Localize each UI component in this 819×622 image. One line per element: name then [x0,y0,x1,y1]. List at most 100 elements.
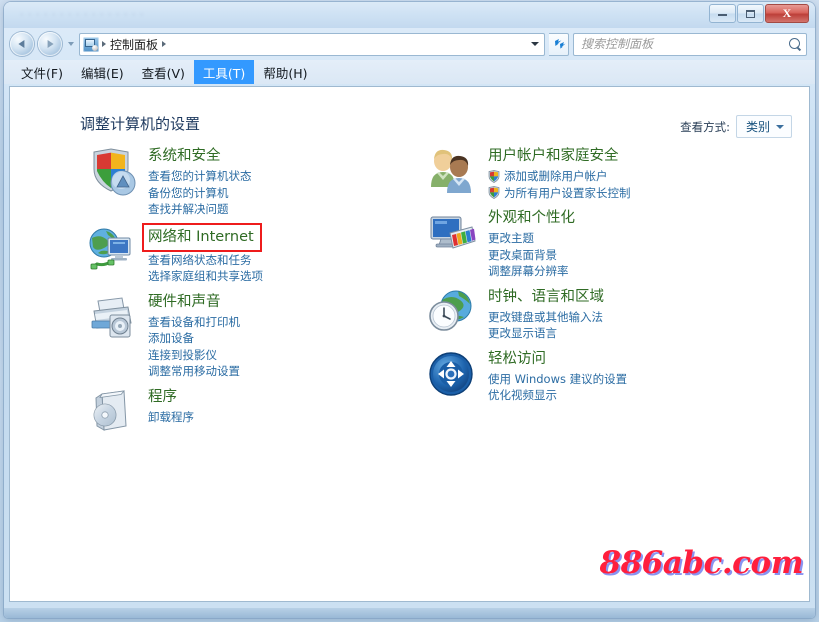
category-link[interactable]: 添加设备 [148,330,420,347]
category-link[interactable]: 调整屏幕分辨率 [488,263,760,280]
menu-edit[interactable]: 编辑(E) [72,60,133,84]
menu-help[interactable]: 帮助(H) [254,60,316,84]
category-title[interactable]: 网络和 Internet [142,222,262,252]
category-link[interactable]: 查看网络状态和任务 [148,252,420,269]
clock-globe-icon [428,288,480,338]
category-link[interactable]: 查看您的计算机状态 [148,168,420,185]
category-title[interactable]: 外观和个性化 [488,208,575,228]
control-panel-icon [83,36,99,52]
maximize-button[interactable] [737,4,764,23]
forward-button[interactable] [38,32,62,56]
category-hardware-and-sound: 硬件和声音 查看设备和打印机 添加设备 连接到投影仪 调整常用移动设置 [80,291,420,380]
link-label: 调整屏幕分辨率 [488,264,569,278]
search-box[interactable] [573,32,807,56]
category-link[interactable]: 为所有用户设置家长控制 [488,185,760,202]
menu-bar: 文件(F) 编辑(E) 查看(V) 工具(T) 帮助(H) [4,60,815,84]
view-by-dropdown[interactable]: 类别 [735,115,792,138]
printer-speaker-icon [88,293,140,343]
menu-view[interactable]: 查看(V) [133,60,194,84]
address-bar-row: 控制面板 [4,28,815,60]
window-bottom-edge [4,608,815,618]
recent-locations-button[interactable] [66,32,75,56]
link-label: 更改主题 [488,231,534,245]
category-link[interactable]: 更改键盘或其他输入法 [488,309,760,326]
security-shield-icon [88,147,140,197]
link-label: 调整常用移动设置 [148,364,240,378]
search-icon [789,37,802,51]
minimize-button[interactable] [709,4,736,23]
category-link[interactable]: 备份您的计算机 [148,185,420,202]
address-dropdown-icon[interactable] [531,42,539,46]
category-title[interactable]: 轻松访问 [488,349,546,369]
category-title[interactable]: 程序 [148,387,177,407]
network-globe-icon [88,226,140,276]
link-label: 查看网络状态和任务 [148,252,252,267]
ease-of-access-icon [428,350,480,400]
category-clock-language-and-region: 时钟、语言和区域 更改键盘或其他输入法 更改显示语言 [420,286,760,342]
link-label: 为所有用户设置家长控制 [504,185,631,200]
breadcrumb-separator-icon [102,41,106,47]
category-link[interactable]: 查看设备和打印机 [148,314,420,331]
category-column-right: 用户帐户和家庭安全 添加或删除用户帐户 为所有用户设置家长控制 外观和个性化 更… [420,145,760,410]
view-by-label: 查看方式: [680,119,730,134]
breadcrumb-separator-icon[interactable] [162,41,167,47]
uac-shield-icon [488,186,500,200]
uac-shield-icon [488,169,500,183]
page-title: 调整计算机的设置 [80,115,201,133]
maximize-icon [746,9,755,18]
link-label: 更改桌面背景 [488,247,557,262]
category-network-and-internet: 网络和 Internet 查看网络状态和任务 选择家庭组和共享选项 [80,222,420,285]
link-label: 查看您的计算机状态 [148,169,252,183]
users-icon [428,147,480,197]
link-label: 卸载程序 [148,409,194,424]
breadcrumb-control-panel[interactable]: 控制面板 [109,36,159,53]
window-title: · · · · · · · · · · · · · · · · [20,8,144,21]
category-link[interactable]: 调整常用移动设置 [148,363,420,380]
search-input[interactable] [581,37,789,51]
display-palette-icon [428,209,480,259]
category-column-left: 系统和安全 查看您的计算机状态 备份您的计算机 查找并解决问题 网络和 Inte… [80,145,420,448]
category-ease-of-access: 轻松访问 使用 Windows 建议的设置 优化视频显示 [420,348,760,404]
link-label: 查看设备和打印机 [148,314,240,329]
category-link[interactable]: 连接到投影仪 [148,347,420,364]
address-bar[interactable]: 控制面板 [79,32,545,56]
category-link[interactable]: 选择家庭组和共享选项 [148,268,420,285]
category-link[interactable]: 卸载程序 [148,409,420,426]
category-link[interactable]: 优化视频显示 [488,387,760,404]
refresh-button[interactable] [549,32,569,56]
category-link[interactable]: 查找并解决问题 [148,201,420,218]
category-user-accounts-and-family-safety: 用户帐户和家庭安全 添加或删除用户帐户 为所有用户设置家长控制 [420,145,760,201]
category-link[interactable]: 更改显示语言 [488,325,760,342]
refresh-icon [554,39,565,49]
close-button[interactable]: X [765,4,809,23]
link-label: 添加设备 [148,331,194,345]
link-label: 查找并解决问题 [148,202,229,216]
title-bar: · · · · · · · · · · · · · · · · X [4,2,815,28]
view-by-control: 查看方式: 类别 [680,115,792,138]
link-label: 更改显示语言 [488,326,557,340]
category-link[interactable]: 更改主题 [488,230,760,247]
category-link[interactable]: 更改桌面背景 [488,247,760,264]
link-label: 连接到投影仪 [148,347,217,362]
link-label: 更改键盘或其他输入法 [488,309,603,324]
category-link[interactable]: 添加或删除用户帐户 [488,168,760,185]
watermark: 886abc.com [599,545,804,581]
menu-tools[interactable]: 工具(T) [193,60,255,84]
window-controls: X [709,4,809,23]
link-label: 添加或删除用户帐户 [504,169,608,183]
category-title[interactable]: 硬件和声音 [148,292,221,312]
menu-file[interactable]: 文件(F) [12,60,72,84]
category-link[interactable]: 使用 Windows 建议的设置 [488,371,760,388]
link-label: 使用 Windows 建议的设置 [488,371,628,386]
category-title[interactable]: 用户帐户和家庭安全 [488,146,619,166]
category-title[interactable]: 系统和安全 [148,146,221,166]
link-label: 备份您的计算机 [148,185,229,200]
control-panel-window: · · · · · · · · · · · · · · · · X 控制面板 搜… [4,2,815,618]
link-label: 选择家庭组和共享选项 [148,269,263,283]
chevron-down-icon [67,42,74,46]
category-programs: 程序 卸载程序 [80,386,420,442]
content-area: 调整计算机的设置 查看方式: 类别 系统和安全 查看您的计算机状态 备份您的计算… [9,86,810,602]
back-button[interactable] [10,32,34,56]
link-label: 优化视频显示 [488,388,557,402]
category-title[interactable]: 时钟、语言和区域 [488,287,604,307]
